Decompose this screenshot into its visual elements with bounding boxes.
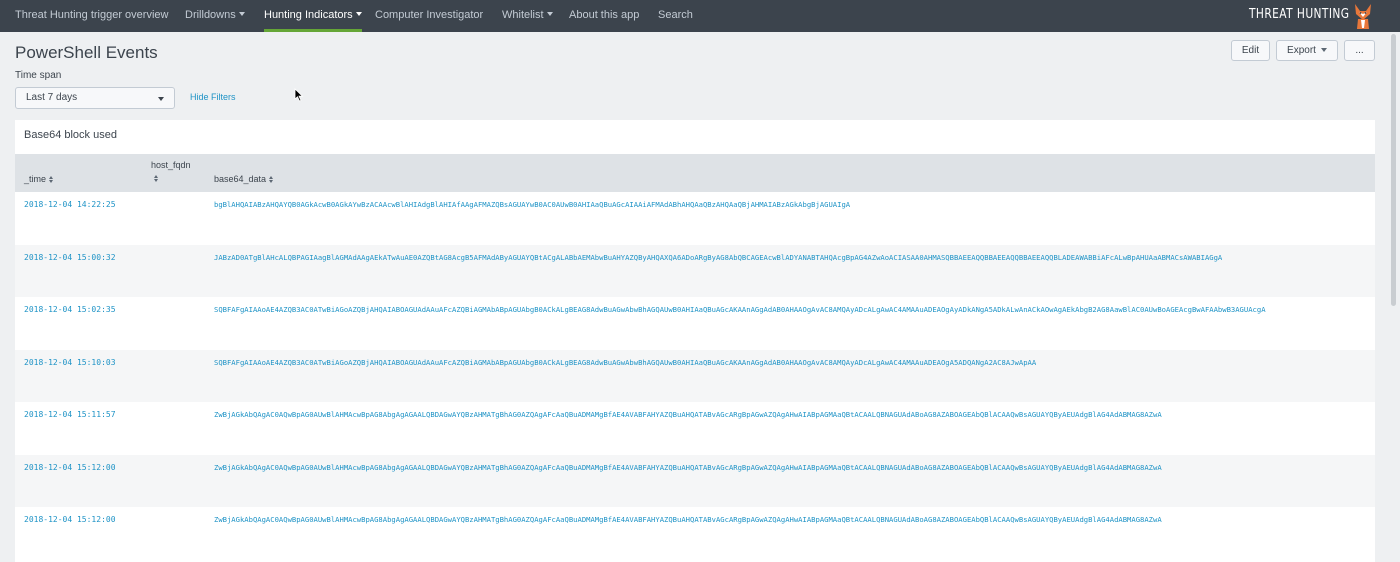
table-body: 2018-12-04 14:22:25 bgBlAHQAIABzAHQAYQB0…	[15, 192, 1375, 560]
column-header-label: host_fqdn	[151, 160, 191, 170]
column-header-label: base64_data	[214, 174, 267, 184]
column-header-host-fqdn[interactable]: host_fqdn	[151, 160, 191, 183]
nav-item-label: Hunting Indicators	[264, 9, 353, 21]
edit-button-label: Edit	[1241, 45, 1260, 56]
table-row: 2018-12-04 15:00:32 JABzAD0ATgBlAHcALQBP…	[15, 244, 1375, 297]
caret-down-icon	[1320, 48, 1327, 52]
column-header-label: _time	[24, 174, 47, 184]
nav-item-label: Drilldowns	[185, 9, 236, 21]
base64-data-cell[interactable]: ZwBjAGkAbQAgAC0AQwBpAG0AUwBlAHMAcwBpAG8A…	[214, 515, 1375, 524]
time-cell[interactable]: 2018-12-04 15:12:00	[24, 515, 116, 524]
caret-down-icon	[355, 12, 362, 16]
timespan-label: Time span	[15, 70, 62, 81]
caret-down-icon	[238, 12, 245, 16]
sort-icon	[269, 176, 275, 183]
sort-icon	[49, 176, 55, 183]
page-scrollbar[interactable]	[1390, 34, 1398, 314]
base64-data-cell[interactable]: JABzAD0ATgBlAHcALQBPAGIAagBlAGMAdAAgAEkA…	[214, 253, 1375, 262]
app-navigation-bar: Threat Hunting trigger overview Drilldow…	[0, 0, 1400, 32]
page-title: PowerShell Events	[15, 43, 158, 62]
time-cell[interactable]: 2018-12-04 15:11:57	[24, 410, 116, 419]
table-row: 2018-12-04 15:11:57 ZwBjAGkAbQAgAC0AQwBp…	[15, 402, 1375, 455]
nav-item-label: Computer Investigator	[375, 9, 484, 21]
time-cell[interactable]: 2018-12-04 15:02:35	[24, 305, 116, 314]
table-row: 2018-12-04 15:02:35 SQBFAFgAIAAoAE4AZQB3…	[15, 297, 1375, 350]
nav-item-label: Threat Hunting trigger overview	[15, 9, 169, 21]
time-cell[interactable]: 2018-12-04 15:00:32	[24, 253, 116, 262]
timespan-value: Last 7 days	[26, 92, 78, 103]
base64-data-cell[interactable]: ZwBjAGkAbQAgAC0AQwBpAG0AUwBlAHMAcwBpAG8A…	[214, 410, 1375, 419]
mouse-cursor-icon	[294, 88, 304, 102]
table-row: 2018-12-04 15:12:00 ZwBjAGkAbQAgAC0AQwBp…	[15, 454, 1375, 507]
column-header-base64-data[interactable]: base64_data	[214, 174, 275, 184]
nav-item-label: About this app	[569, 9, 640, 21]
base64-data-cell[interactable]: bgBlAHQAIABzAHQAYQB0AGkAcwB0AGkAYwBzACAA…	[214, 200, 1375, 209]
app-brand-title: THREAT HUNTING	[1249, 7, 1350, 22]
nav-item-computer-investigator[interactable]: Computer Investigator	[375, 0, 483, 32]
column-header-time[interactable]: _time	[24, 174, 55, 184]
time-cell[interactable]: 2018-12-04 15:12:00	[24, 463, 116, 472]
base64-data-cell[interactable]: ZwBjAGkAbQAgAC0AQwBpAG0AUwBlAHMAcwBpAG8A…	[214, 463, 1375, 472]
table-row: 2018-12-04 15:10:03 SQBFAFgAIAAoAE4AZQB3…	[15, 349, 1375, 402]
base64-data-cell[interactable]: SQBFAFgAIAAoAE4AZQB3AC0ATwBiAGoAZQBjAHQA…	[214, 305, 1375, 314]
more-actions-label: ...	[1355, 45, 1364, 56]
results-panel: Base64 block used _time host_fqdn base64…	[15, 120, 1375, 562]
sort-icon	[154, 175, 160, 182]
more-actions-button[interactable]: ...	[1344, 40, 1375, 61]
caret-down-icon	[546, 12, 553, 16]
nav-item-search[interactable]: Search	[658, 0, 693, 32]
panel-title: Base64 block used	[24, 129, 117, 141]
fox-logo-icon	[1355, 4, 1371, 29]
edit-button[interactable]: Edit	[1231, 40, 1270, 61]
hide-filters-link[interactable]: Hide Filters	[190, 92, 236, 102]
nav-item-hunting-indicators[interactable]: Hunting Indicators	[264, 0, 362, 32]
nav-item-whitelist[interactable]: Whitelist	[502, 0, 553, 32]
export-button-label: Export	[1287, 45, 1316, 56]
table-row: 2018-12-04 14:22:25 bgBlAHQAIABzAHQAYQB0…	[15, 192, 1375, 245]
nav-item-trigger-overview[interactable]: Threat Hunting trigger overview	[15, 0, 168, 32]
base64-data-cell[interactable]: SQBFAFgAIAAoAE4AZQB3AC0ATwBiAGoAZQBjAHQA…	[214, 358, 1375, 367]
time-cell[interactable]: 2018-12-04 14:22:25	[24, 200, 116, 209]
export-button[interactable]: Export	[1276, 40, 1338, 61]
table-row: 2018-12-04 15:12:00 ZwBjAGkAbQAgAC0AQwBp…	[15, 507, 1375, 560]
nav-item-drilldowns[interactable]: Drilldowns	[185, 0, 245, 32]
nav-item-label: Search	[658, 9, 693, 21]
nav-item-about[interactable]: About this app	[569, 0, 639, 32]
nav-item-label: Whitelist	[502, 9, 544, 21]
table-header: _time host_fqdn base64_data	[15, 154, 1375, 192]
time-cell[interactable]: 2018-12-04 15:10:03	[24, 358, 116, 367]
caret-down-icon	[158, 97, 164, 101]
timespan-dropdown[interactable]: Last 7 days	[15, 87, 175, 109]
scrollbar-thumb[interactable]	[1391, 34, 1396, 306]
